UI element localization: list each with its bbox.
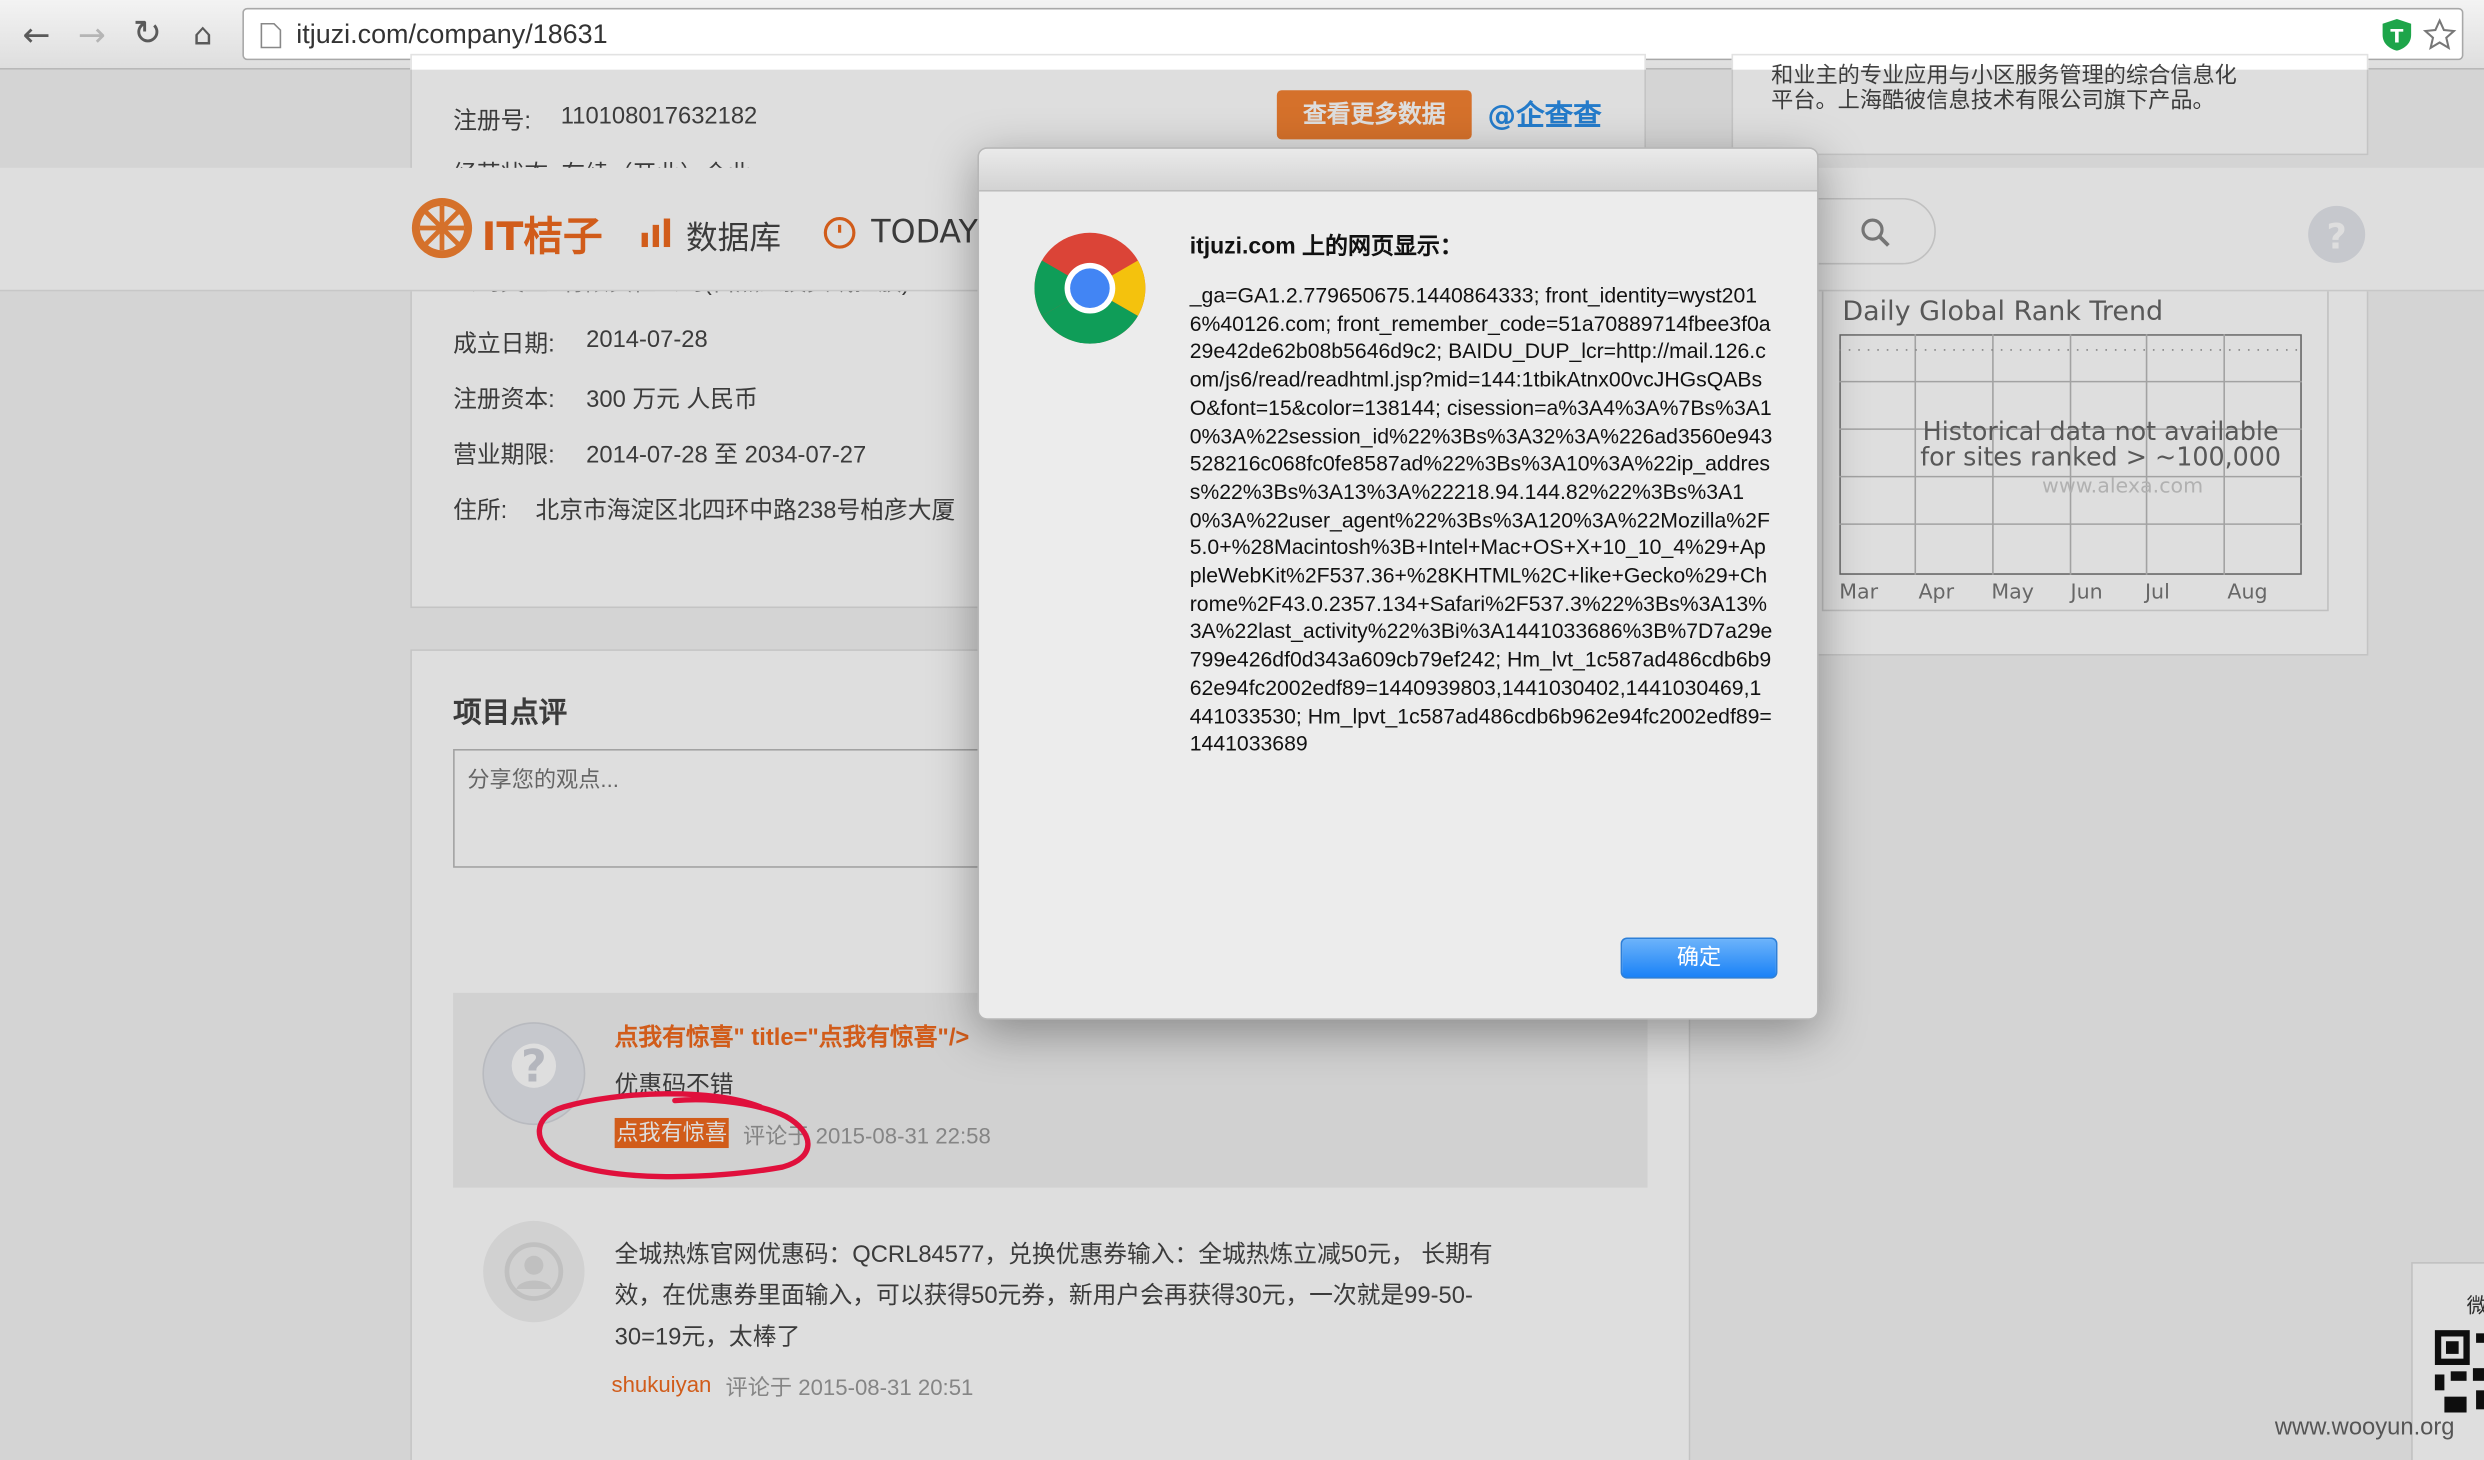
- star-icon[interactable]: [2422, 17, 2457, 52]
- address-bar[interactable]: itjuzi.com/company/18631 T: [242, 7, 2464, 61]
- dialog-message: _ga=GA1.2.779650675.1440864333; front_id…: [1189, 283, 1773, 756]
- url-text: itjuzi.com/company/18631: [296, 19, 608, 50]
- home-icon[interactable]: ⌂: [177, 0, 228, 70]
- ok-button[interactable]: 确定: [1620, 937, 1778, 979]
- shield-icon[interactable]: T: [2379, 17, 2414, 52]
- reload-icon[interactable]: ↻: [122, 0, 173, 70]
- arrow-left-icon[interactable]: ←: [11, 0, 62, 70]
- footer-watermark: www.wooyun.org: [2274, 1414, 2455, 1441]
- dialog-titlebar: [979, 148, 1818, 192]
- page-icon: [260, 22, 282, 49]
- screen: ← → ↻ ⌂ itjuzi.com/company/18631 T 注册号: …: [0, 0, 2484, 1460]
- chrome-logo-icon: [1034, 232, 1146, 344]
- svg-text:T: T: [2390, 26, 2403, 48]
- dialog-title: itjuzi.com 上的网页显示：: [1189, 234, 1463, 260]
- alert-dialog: itjuzi.com 上的网页显示： _ga=GA1.2.779650675.1…: [977, 147, 1819, 1020]
- arrow-right-icon[interactable]: →: [67, 0, 118, 70]
- annotation-circle: [536, 1091, 811, 1180]
